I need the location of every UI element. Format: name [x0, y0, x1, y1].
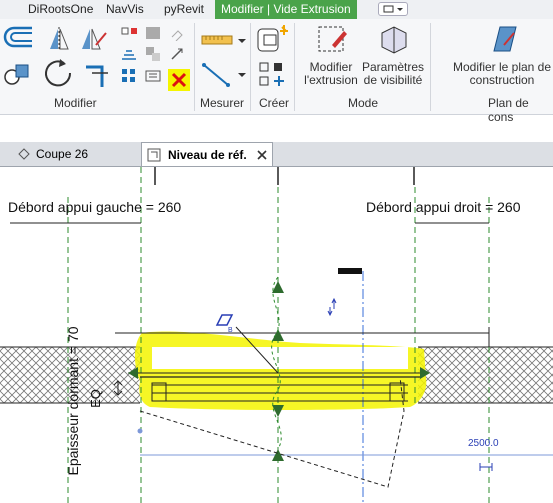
ribbon-minimize-button[interactable]: [378, 2, 408, 16]
dimension-value: 2500.0: [468, 438, 499, 449]
dimension-label-right: Débord appui droit = 260: [366, 199, 521, 215]
tab-navvis[interactable]: NavVis: [100, 0, 150, 19]
unpin-icon[interactable]: [144, 67, 164, 85]
drawing-canvas[interactable]: B Débord appui gauche = 260 Débord appui…: [0, 167, 553, 503]
tab-niveau-ref[interactable]: Niveau de réf.: [141, 142, 273, 166]
trim-icon[interactable]: [144, 25, 164, 41]
create-similar-icon[interactable]: [256, 25, 290, 55]
mirror-axis-icon[interactable]: [44, 25, 74, 53]
edit-extrusion-button[interactable]: Modifier l'extrusion: [300, 61, 362, 87]
measure-icon[interactable]: [200, 29, 246, 51]
tab-label: Coupe 26: [36, 147, 89, 161]
panel-label-mesurer: Mesurer: [200, 96, 245, 110]
visibility-settings-icon[interactable]: [376, 23, 410, 55]
ribbon-tab-bar: DiRootsOne NavVis pyRevit Modifier | Vid…: [0, 0, 553, 20]
pin-icon[interactable]: [168, 25, 188, 41]
panel-divider: [194, 23, 195, 111]
mirror-draw-icon[interactable]: [78, 25, 110, 53]
ribbon: Modifier Mesurer Créer Modifier l'extrus…: [0, 19, 553, 124]
dimension-label-vertical: Epaisseur dormant = 70: [65, 326, 81, 476]
panel-divider: [250, 23, 251, 111]
work-plane-symbol-icon: [215, 314, 234, 326]
highlight-hole: [152, 347, 408, 369]
move-icon[interactable]: [2, 59, 34, 91]
scale-icon[interactable]: [168, 45, 188, 63]
edit-extrusion-icon[interactable]: [316, 23, 350, 55]
panel-divider: [294, 23, 295, 111]
split-icon[interactable]: [120, 25, 140, 41]
eq-label: EQ: [87, 389, 103, 408]
floor-plan-icon: [147, 148, 161, 162]
dimension-icon[interactable]: [200, 59, 246, 89]
work-plane-icon[interactable]: [486, 23, 520, 55]
close-icon[interactable]: [256, 149, 268, 161]
panel-label-modifier: Modifier: [54, 96, 97, 110]
copy-icon[interactable]: [144, 45, 164, 63]
panel-label-mode: Mode: [348, 96, 379, 110]
control-arrow-top[interactable]: [272, 281, 284, 293]
create-group-icon[interactable]: [256, 59, 290, 91]
drawing-svg: B: [0, 167, 553, 503]
grip-point[interactable]: [137, 428, 143, 434]
flip-control-icon[interactable]: [327, 297, 337, 317]
tab-pyrevit[interactable]: pyRevit: [158, 0, 210, 19]
visibility-settings-button[interactable]: Paramètres de visibilité: [360, 61, 426, 87]
array-icon[interactable]: [120, 67, 140, 85]
tag-bar: [338, 268, 362, 274]
tab-coupe-26[interactable]: Coupe 26: [6, 142, 136, 166]
tab-label: Niveau de réf.: [168, 148, 247, 162]
dimension-marker-icon: [479, 463, 493, 471]
chevron-down-icon: [383, 5, 403, 13]
offset-icon[interactable]: [120, 45, 140, 63]
delete-icon[interactable]: [168, 69, 190, 91]
align-icon[interactable]: [2, 25, 42, 49]
tab-modifier-vide-extrusion[interactable]: Modifier | Vide Extrusion: [215, 0, 357, 19]
dimension-label-left: Débord appui gauche = 260: [8, 199, 182, 215]
rotate-icon[interactable]: [40, 57, 74, 91]
panel-label-plan-construction: Plan de cons: [488, 96, 529, 124]
tab-dirootsone[interactable]: DiRootsOne: [22, 0, 99, 19]
view-tab-bar: Coupe 26 Niveau de réf.: [0, 142, 553, 167]
panel-divider: [430, 23, 431, 111]
trim-extend-icon[interactable]: [82, 61, 112, 91]
edit-work-plane-button[interactable]: Modifier le plan de construction: [440, 61, 553, 87]
work-plane-letter: B: [228, 327, 233, 334]
section-view-icon: [18, 148, 30, 160]
panel-label-creer: Créer: [259, 96, 290, 110]
